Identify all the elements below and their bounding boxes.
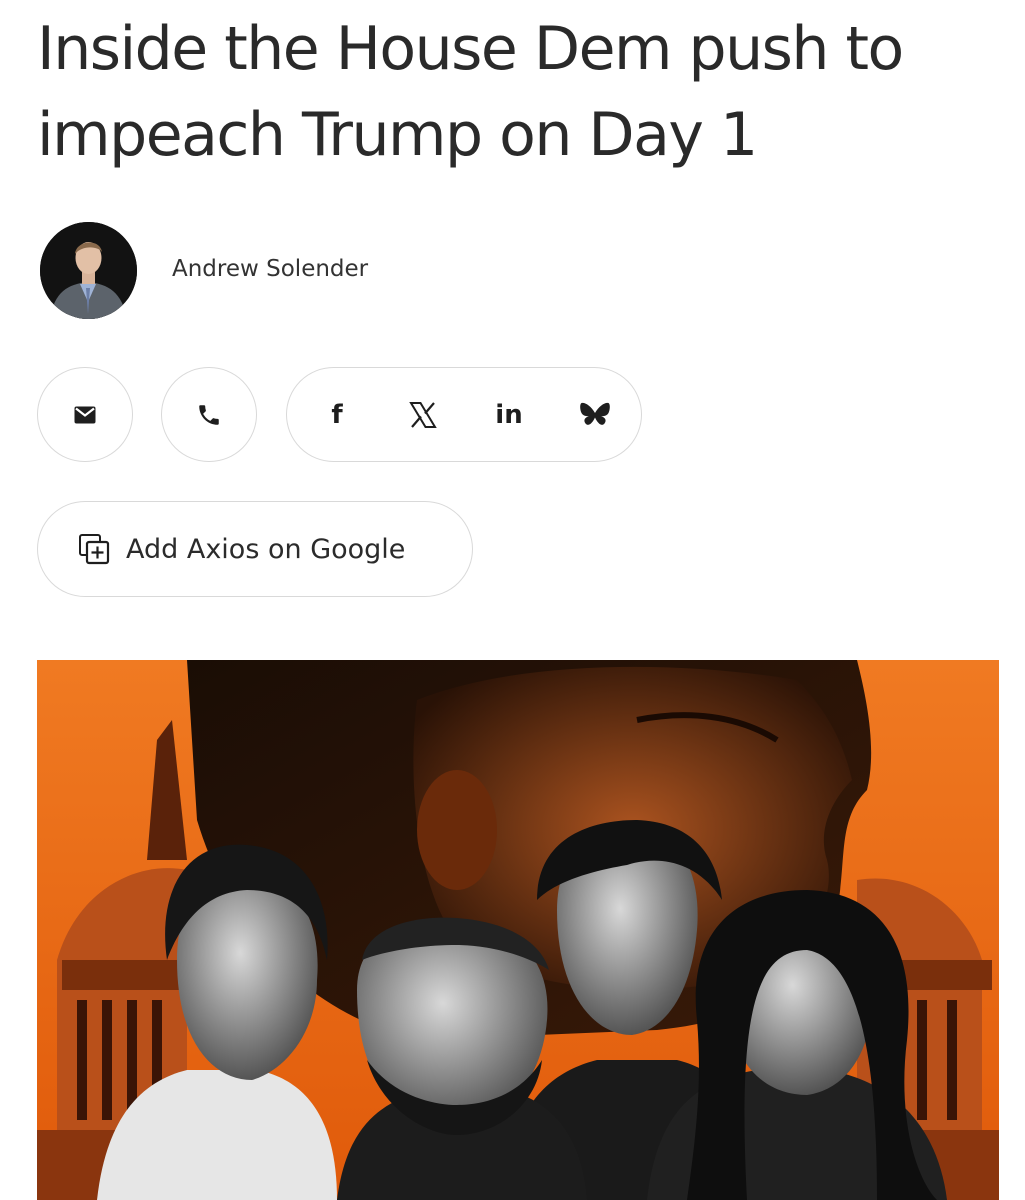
linkedin-icon[interactable]: in	[489, 395, 529, 435]
x-icon[interactable]	[403, 395, 443, 435]
phone-icon	[189, 395, 229, 435]
share-phone-button[interactable]	[161, 367, 257, 462]
facebook-icon[interactable]: f	[317, 395, 357, 435]
add-axios-on-google-button[interactable]: Add Axios on Google	[37, 501, 473, 597]
hero-image[interactable]	[37, 660, 999, 1200]
author-name[interactable]: Andrew Solender	[172, 256, 368, 282]
add-source-icon	[76, 531, 112, 567]
add-axios-on-google-label: Add Axios on Google	[126, 533, 406, 565]
bluesky-butterfly-icon[interactable]	[575, 395, 615, 435]
byline: Andrew Solender	[40, 222, 368, 319]
share-email-button[interactable]	[37, 367, 133, 462]
share-social-group: f in	[286, 367, 642, 462]
article-headline: Inside the House Dem push to impeach Tru…	[37, 14, 904, 170]
author-avatar[interactable]	[40, 222, 137, 319]
email-icon	[65, 395, 105, 435]
